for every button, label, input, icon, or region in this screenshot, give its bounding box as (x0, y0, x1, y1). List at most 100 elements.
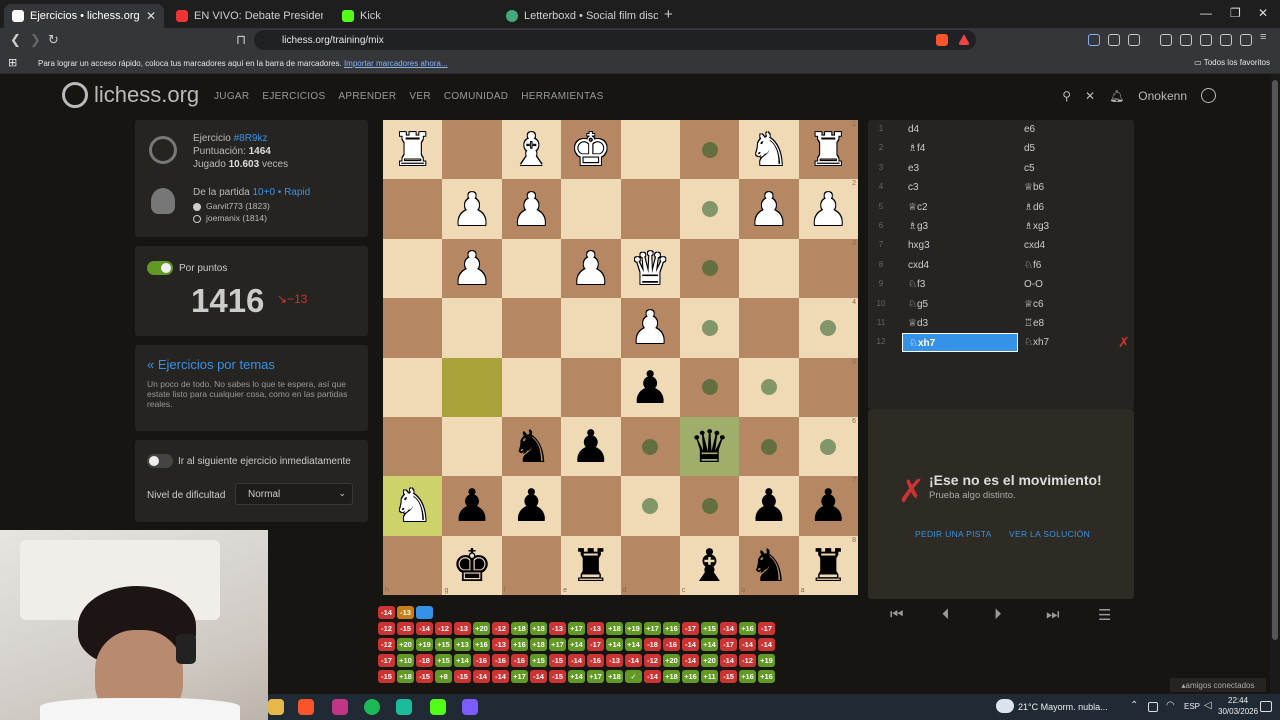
board-square[interactable]: ♛ (679, 416, 740, 477)
history-puzzle-result[interactable]: +20 (397, 638, 414, 651)
move-hint-dot[interactable] (701, 319, 718, 336)
history-puzzle-result[interactable]: -12 (739, 654, 756, 667)
history-puzzle-result[interactable]: -14 (416, 622, 433, 635)
bookmark-icon[interactable]: ⊓ (236, 32, 246, 48)
board-square[interactable]: ♟ (620, 298, 680, 358)
chess-board[interactable]: ♜ ♝ ♚ ♞ ♜ 1 ♟ ♟ ♟ ♟ 2 ♟ ♟ ♛ 3 ♟ 4 ♟ 5 ♞ ♟ ♛ 6 ♞ ♟ ♟ ♟ ♟ 7 h ♚ g f ♜ e d ♝ c ♞ b… (383, 120, 858, 595)
lichess-logo[interactable]: lichess.org (62, 82, 199, 108)
board-square[interactable]: ♟ (739, 179, 799, 239)
ai-icon[interactable] (1220, 34, 1232, 46)
white-move[interactable]: ♘f3 (902, 275, 1018, 294)
black-pawn-piece[interactable]: ♟ (749, 483, 789, 528)
history-puzzle-result[interactable]: +14 (606, 638, 623, 651)
history-puzzle-result[interactable]: -14 (378, 606, 395, 619)
board-square[interactable] (383, 179, 443, 239)
history-puzzle-result[interactable]: +18 (511, 622, 528, 635)
white-move[interactable]: e3 (902, 159, 1018, 178)
move-hint-dot[interactable] (820, 438, 837, 455)
white-move[interactable]: c3 (902, 178, 1018, 197)
extension-icon-2[interactable] (1108, 34, 1120, 46)
search-icon[interactable]: ⚲ (1062, 89, 1071, 103)
board-square[interactable]: ♚ (561, 120, 621, 180)
black-king-piece[interactable]: ♚ (452, 543, 492, 588)
history-puzzle-result[interactable]: -13 (549, 622, 566, 635)
nav-herramientas[interactable]: HERRAMIENTAS (521, 91, 603, 102)
extension-icon-3[interactable] (1128, 34, 1140, 46)
history-puzzle-result[interactable]: +16 (511, 638, 528, 651)
board-square[interactable]: d (620, 535, 680, 595)
history-puzzle-result[interactable]: +13 (454, 638, 471, 651)
board-square[interactable] (739, 238, 799, 299)
scroll-thumb[interactable] (1272, 80, 1278, 640)
new-tab-icon[interactable]: + (664, 6, 673, 23)
board-square[interactable]: ♞ (383, 476, 443, 536)
nav-ejercicios[interactable]: EJERCICIOS (262, 91, 325, 102)
move-hint-dot[interactable] (701, 201, 718, 218)
board-square[interactable] (383, 357, 443, 417)
white-player[interactable]: Garvit773 (1823) (193, 201, 270, 211)
friends-online[interactable]: ▴ amigos conectados (1170, 678, 1266, 692)
black-move[interactable]: c5 (1018, 159, 1134, 178)
board-square[interactable] (501, 298, 562, 358)
history-puzzle-result[interactable]: +18 (663, 670, 680, 683)
history-puzzle-result[interactable]: -14 (492, 670, 509, 683)
first-move-icon[interactable]: ⏮ (890, 606, 904, 623)
history-puzzle-result[interactable]: +16 (473, 638, 490, 651)
puzzle-id-link[interactable]: #8R9kz (234, 133, 268, 144)
brave-shield-icon[interactable] (936, 34, 948, 46)
username[interactable]: Onokenn (1138, 89, 1187, 103)
auto-next-toggle[interactable] (147, 454, 173, 468)
board-square[interactable] (442, 416, 502, 477)
history-puzzle-result[interactable]: -16 (492, 654, 509, 667)
history-puzzle-result[interactable]: -14 (739, 638, 756, 651)
history-puzzle-result[interactable]: -13 (587, 622, 604, 635)
forward-icon[interactable]: ❯ (30, 32, 41, 48)
black-move[interactable]: cxd4 (1018, 236, 1134, 255)
board-square[interactable] (739, 416, 799, 477)
history-puzzle-result[interactable]: -12 (644, 654, 661, 667)
history-puzzle-result[interactable]: -14 (473, 670, 490, 683)
black-rook-piece[interactable]: ♜ (571, 543, 611, 588)
history-puzzle-result[interactable]: -17 (682, 622, 699, 635)
white-move[interactable]: ♕c2 (902, 198, 1018, 217)
white-knight-piece[interactable]: ♞ (393, 483, 433, 528)
url-input[interactable]: lichess.org/training/mix (254, 30, 976, 50)
black-knight-piece[interactable]: ♞ (749, 543, 789, 588)
white-bishop-piece[interactable]: ♝ (511, 127, 551, 172)
history-puzzle-result[interactable]: -14 (625, 654, 642, 667)
history-puzzle-result[interactable]: +14 (568, 670, 585, 683)
spotify-icon[interactable] (364, 699, 380, 715)
board-square[interactable]: 3 (798, 238, 858, 299)
move-hint-dot[interactable] (701, 497, 718, 514)
all-favorites-link[interactable]: ▭ Todos los favoritos (1194, 58, 1270, 67)
history-puzzle-result[interactable]: -13 (397, 606, 414, 619)
history-puzzle-result[interactable]: -14 (530, 670, 547, 683)
history-puzzle-result[interactable]: +16 (739, 670, 756, 683)
white-king-piece[interactable]: ♚ (571, 127, 611, 172)
board-square[interactable] (383, 238, 443, 299)
board-square[interactable] (561, 179, 621, 239)
board-square[interactable]: ♜ 1 (798, 120, 858, 180)
black-pawn-piece[interactable]: ♟ (630, 365, 670, 410)
history-puzzle-result[interactable]: -14 (644, 670, 661, 683)
board-square[interactable]: ♝ c (679, 535, 740, 595)
black-move[interactable]: ♘f6 (1018, 256, 1134, 275)
history-puzzle-result[interactable]: -16 (511, 654, 528, 667)
wifi-icon[interactable]: ◠ (1166, 700, 1175, 711)
move-hint-dot[interactable] (642, 438, 659, 455)
history-puzzle-result[interactable]: +19 (416, 638, 433, 651)
black-move[interactable]: d5 (1018, 139, 1134, 158)
history-puzzle-result[interactable]: -16 (587, 654, 604, 667)
vpn-icon[interactable] (1240, 34, 1252, 46)
music-icon[interactable] (1160, 34, 1172, 46)
user-avatar-icon[interactable] (1201, 88, 1216, 103)
white-move[interactable]: ♕d3 (902, 314, 1018, 333)
black-pawn-piece[interactable]: ♟ (808, 483, 848, 528)
board-square[interactable] (501, 238, 562, 299)
white-move[interactable]: hxg3 (902, 236, 1018, 255)
board-square[interactable] (620, 476, 680, 536)
history-puzzle-result[interactable]: +18 (397, 670, 414, 683)
history-puzzle-result[interactable]: -12 (492, 622, 509, 635)
history-puzzle-result[interactable]: +16 (682, 670, 699, 683)
history-puzzle-result[interactable]: -16 (473, 654, 490, 667)
